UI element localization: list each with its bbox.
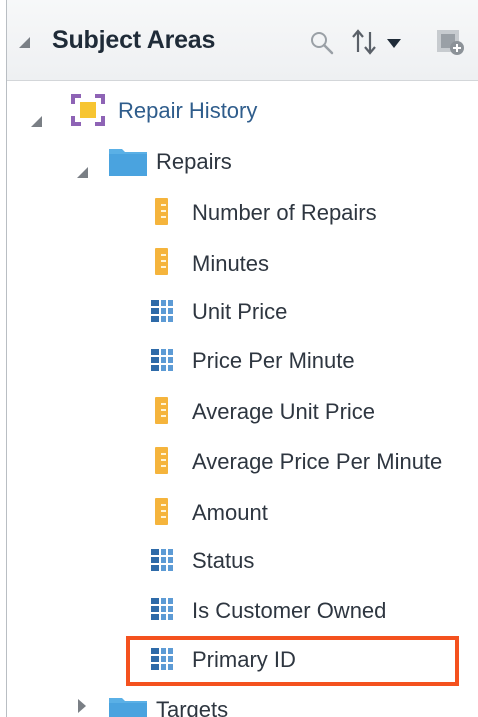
measure-icon [155,498,168,525]
tree-folder-repairs[interactable]: Repairs [156,149,232,175]
list-item-label: Status [192,548,255,573]
measure-icon [155,397,168,424]
tree-folder-targets[interactable]: Targets [156,697,228,717]
attribute-icon [151,300,175,322]
highlight-box [126,636,459,686]
collapse-repair-history-icon[interactable] [31,116,42,127]
collapse-panel-icon[interactable] [19,37,30,48]
attribute-icon [151,549,175,571]
panel-header: Subject Areas [7,0,478,81]
measure-icon [155,447,168,474]
list-item-label: Average Unit Price [192,399,376,424]
panel-title: Subject Areas [52,26,216,54]
list-item-label: Price Per Minute [192,348,355,373]
measure-icon [155,198,168,225]
search-icon[interactable] [309,30,335,56]
panel-border [6,0,7,717]
folder-icon [109,149,147,176]
list-item-label: Number of Repairs [192,200,377,225]
attribute-icon [151,349,175,371]
list-item-label: Is Customer Owned [192,598,387,623]
list-item-label: Amount [192,500,268,525]
list-item-label: Unit Price [192,299,288,324]
subject-area-icon [71,94,105,126]
add-subject-area-icon[interactable] [435,28,469,58]
sort-dropdown-icon[interactable] [386,38,402,50]
attribute-icon [151,598,175,620]
list-item-label: Minutes [192,251,270,276]
subject-areas-panel: Subject Areas Repair History Repairs Num… [0,0,478,717]
expand-targets-icon[interactable] [78,699,86,713]
measure-icon [155,248,168,275]
tree-root-repair-history[interactable]: Repair History [118,98,257,124]
list-item-label: Average Price Per Minute [192,449,443,474]
collapse-repairs-icon[interactable] [77,167,88,178]
sort-icon[interactable] [352,28,382,56]
folder-icon [109,698,147,717]
